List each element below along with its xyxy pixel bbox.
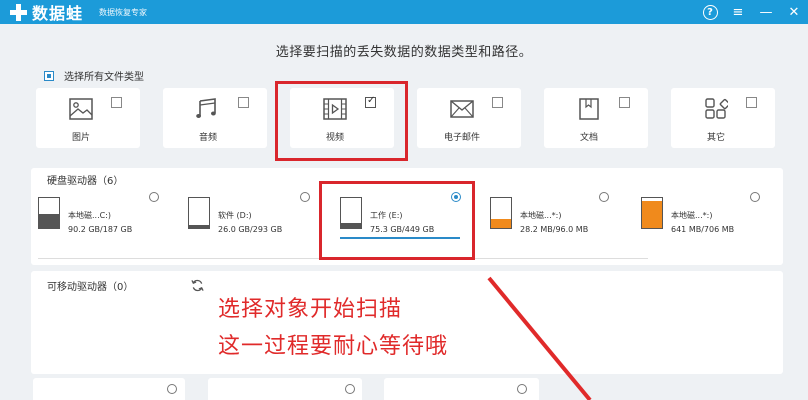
- app-brand: 数据蛙: [32, 4, 84, 23]
- main-panel: 选择要扫描的丢失数据的数据类型和路径。 选择所有文件类型 图片 音频 视频 ✓ …: [0, 24, 808, 400]
- help-icon: ?: [702, 4, 718, 20]
- help-button[interactable]: ?: [696, 0, 724, 24]
- close-icon: ✕: [788, 4, 800, 20]
- annotation-line-1: 选择对象开始扫描: [218, 297, 403, 322]
- window-controls: ? ≡ — ✕: [696, 0, 808, 24]
- title-bar: 数据蛙 数据恢复专家 ? ≡ — ✕: [0, 0, 808, 24]
- annotation-line-2: 这一过程要耐心等待哦: [218, 334, 449, 359]
- app-tagline: 数据恢复专家: [99, 7, 148, 17]
- app-logo: 数据蛙: [10, 0, 83, 24]
- close-button[interactable]: ✕: [780, 0, 808, 24]
- menu-button[interactable]: ≡: [724, 0, 752, 24]
- logo-cross-icon: [10, 3, 27, 21]
- menu-icon: ≡: [732, 4, 744, 20]
- minimize-icon: —: [759, 4, 773, 20]
- minimize-button[interactable]: —: [752, 0, 780, 24]
